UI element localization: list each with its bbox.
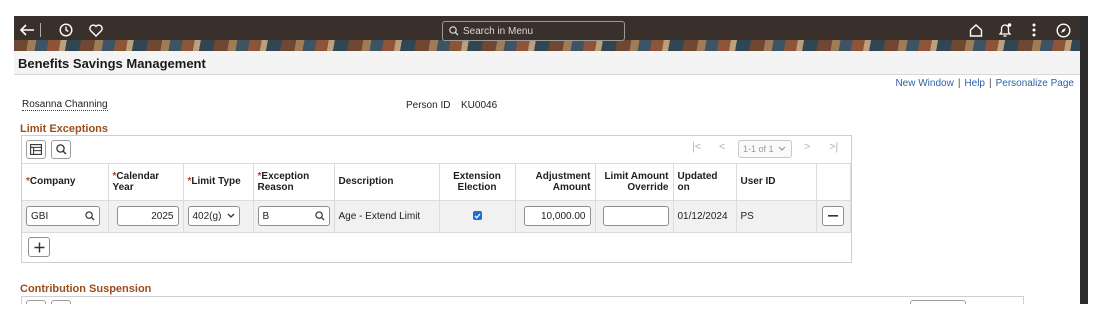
search-placeholder: Search in Menu <box>463 25 534 37</box>
column-label: Limit Amount Override <box>604 170 669 193</box>
person-id-value: KU0046 <box>461 100 498 111</box>
page-title-bar: Benefits Savings Management <box>14 51 1080 75</box>
calendar-year-input[interactable]: 2025 <box>116 206 179 226</box>
cell-adjustment-amount: 10,000.00 <box>515 200 596 233</box>
minus-icon <box>828 215 839 217</box>
cell-limit-type: 402(g) <box>183 200 254 233</box>
column-header-adjustment-amount[interactable]: Adjustment Amount <box>515 164 596 201</box>
lookup-search-icon[interactable] <box>85 211 95 221</box>
column-label: Limit Type <box>191 176 241 188</box>
limit-exceptions-title: Limit Exceptions <box>20 123 109 135</box>
banner-texture <box>14 40 1080 51</box>
contribution-suspension-grid <box>21 296 1024 304</box>
grid-actions-button[interactable] <box>26 300 46 304</box>
back-arrow-icon[interactable] <box>18 20 36 40</box>
cell-description: Age - Extend Limit <box>334 200 440 233</box>
cell-extension-election <box>439 200 516 233</box>
grid-actions-button[interactable] <box>26 140 46 159</box>
delete-row-button[interactable] <box>822 206 845 226</box>
grid-toolbar: |< < 1-1 of 1 > >| <box>22 136 851 164</box>
app-window: Search in Menu Benefits Savings Manageme… <box>0 0 1105 322</box>
contribution-suspension-title: Contribution Suspension <box>20 283 152 295</box>
search-icon <box>449 26 459 36</box>
column-header-calendar-year[interactable]: *Calendar Year <box>108 164 184 201</box>
column-label: Adjustment Amount <box>535 170 591 193</box>
chevron-down-icon <box>227 213 234 218</box>
column-header-limit-type[interactable]: *Limit Type <box>183 164 254 201</box>
chevron-down-icon <box>778 146 785 151</box>
page-frame: Search in Menu Benefits Savings Manageme… <box>14 16 1088 304</box>
limit-exceptions-grid: |< < 1-1 of 1 > >| *Company *Calendar Ye… <box>21 135 852 263</box>
cell-calendar-year: 2025 <box>108 200 184 233</box>
column-header-user-id[interactable]: User ID <box>736 164 817 201</box>
company-input[interactable]: GBI <box>26 206 100 226</box>
limit-type-value: 402(g) <box>192 210 222 222</box>
limit-amount-override-input[interactable] <box>602 206 669 226</box>
more-options-icon[interactable] <box>1026 20 1042 40</box>
column-label: Calendar Year <box>112 170 160 193</box>
column-header-actions <box>816 164 851 201</box>
top-navigation-bar: Search in Menu <box>14 16 1080 51</box>
link-separator: | <box>989 78 992 89</box>
add-row-button[interactable] <box>28 237 50 257</box>
column-label: Exception Reason <box>257 170 310 193</box>
cell-exception-reason: B <box>253 200 335 233</box>
last-page-button[interactable]: >| <box>829 141 838 153</box>
help-link[interactable]: Help <box>964 78 985 89</box>
first-page-button[interactable]: |< <box>692 141 701 153</box>
column-header-exception-reason[interactable]: *Exception Reason <box>253 164 335 201</box>
grid-menu-icon <box>30 144 42 155</box>
column-header-extension-election[interactable]: Extension Election <box>439 164 516 201</box>
cell-actions <box>816 200 851 233</box>
column-header-updated-on[interactable]: Updated on <box>673 164 737 201</box>
window-edge <box>1080 16 1088 304</box>
page-range-select[interactable]: 1-1 of 1 <box>738 140 792 158</box>
person-name-link[interactable]: Rosanna Channing <box>22 99 108 111</box>
table-header-row: *Company *Calendar Year *Limit Type *Exc… <box>22 164 851 201</box>
history-icon[interactable] <box>57 20 75 40</box>
limit-exceptions-table: *Company *Calendar Year *Limit Type *Exc… <box>22 164 851 233</box>
menu-search-input[interactable]: Search in Menu <box>442 21 625 41</box>
grid-search-button[interactable] <box>51 140 71 159</box>
cell-company: GBI <box>22 200 109 233</box>
company-value: GBI <box>31 210 49 222</box>
person-id-label: Person ID <box>406 100 451 111</box>
new-window-link[interactable]: New Window <box>895 78 953 89</box>
cell-updated-on: 01/12/2024 <box>673 200 737 233</box>
column-header-limit-amount-override[interactable]: Limit Amount Override <box>595 164 674 201</box>
exception-reason-value: B <box>262 210 270 222</box>
next-page-button[interactable]: > <box>804 141 810 153</box>
page-range-value: 1-1 of 1 <box>743 144 774 154</box>
cell-limit-amount-override <box>595 200 674 233</box>
grid-search-button[interactable] <box>51 300 71 304</box>
column-label: Updated on <box>677 170 718 193</box>
plus-icon <box>34 242 44 252</box>
home-icon[interactable] <box>967 20 985 40</box>
column-header-company[interactable]: *Company <box>22 164 109 201</box>
column-header-description[interactable]: Description <box>334 164 440 201</box>
previous-page-button[interactable]: < <box>719 141 725 153</box>
navigator-compass-icon[interactable] <box>1054 20 1072 40</box>
search-icon <box>55 144 66 155</box>
cell-user-id: PS <box>736 200 817 233</box>
link-separator: | <box>957 78 961 89</box>
column-label: User ID <box>740 176 776 188</box>
lookup-search-icon[interactable] <box>314 211 325 221</box>
notifications-bell-icon[interactable] <box>996 20 1014 40</box>
exception-reason-input[interactable]: B <box>257 206 330 226</box>
page-title: Benefits Savings Management <box>18 56 206 71</box>
nav-divider <box>39 20 41 40</box>
table-row: GBI 2025 402(g) B Age - Extend Limit 10,… <box>22 200 851 233</box>
personalize-page-link[interactable]: Personalize Page <box>996 78 1074 89</box>
column-label: Company <box>29 176 76 188</box>
limit-type-select[interactable]: 402(g) <box>187 206 240 226</box>
page-links: New Window | Help | Personalize Page <box>895 78 1074 89</box>
column-label: Extension Election <box>453 170 501 193</box>
checkmark-icon <box>474 213 480 219</box>
page-range-select[interactable] <box>910 300 966 304</box>
column-label: Description <box>338 176 394 188</box>
adjustment-amount-input[interactable]: 10,000.00 <box>523 206 591 226</box>
extension-election-checkbox[interactable] <box>472 211 482 220</box>
favorites-heart-icon[interactable] <box>87 20 105 40</box>
